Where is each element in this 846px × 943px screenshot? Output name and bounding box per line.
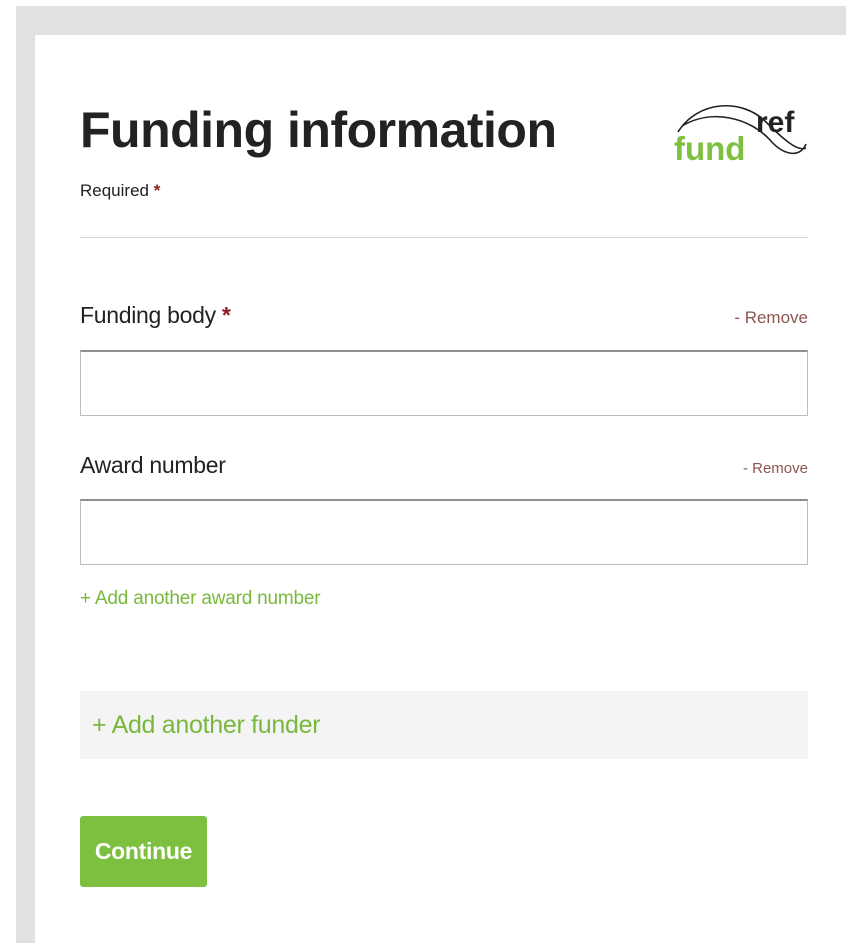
required-note: Required * [80, 180, 160, 202]
award-number-remove-link[interactable]: - Remove [743, 458, 808, 480]
fundref-logo: ref fund [674, 104, 807, 167]
add-funder-label: + Add another funder [92, 711, 321, 739]
add-funder-button[interactable]: + Add another funder [80, 691, 808, 759]
award-number-label: Award number [80, 452, 226, 478]
funding-body-remove-link[interactable]: - Remove [734, 307, 808, 329]
continue-button[interactable]: Continue [80, 816, 207, 887]
logo-text-fund: fund [674, 130, 745, 167]
required-label: Required [80, 181, 149, 200]
page-title: Funding information [80, 102, 557, 158]
funding-body-label: Funding body * [80, 300, 231, 330]
required-marker: * [153, 181, 161, 200]
form-panel [35, 35, 846, 943]
funding-body-label-text: Funding body [80, 302, 216, 328]
funding-body-input[interactable] [80, 350, 808, 416]
logo-text-ref: ref [756, 106, 795, 139]
funding-body-required-marker: * [221, 302, 231, 328]
header-divider [80, 237, 808, 238]
add-award-number-link[interactable]: + Add another award number [80, 587, 321, 611]
award-number-input[interactable] [80, 499, 808, 565]
